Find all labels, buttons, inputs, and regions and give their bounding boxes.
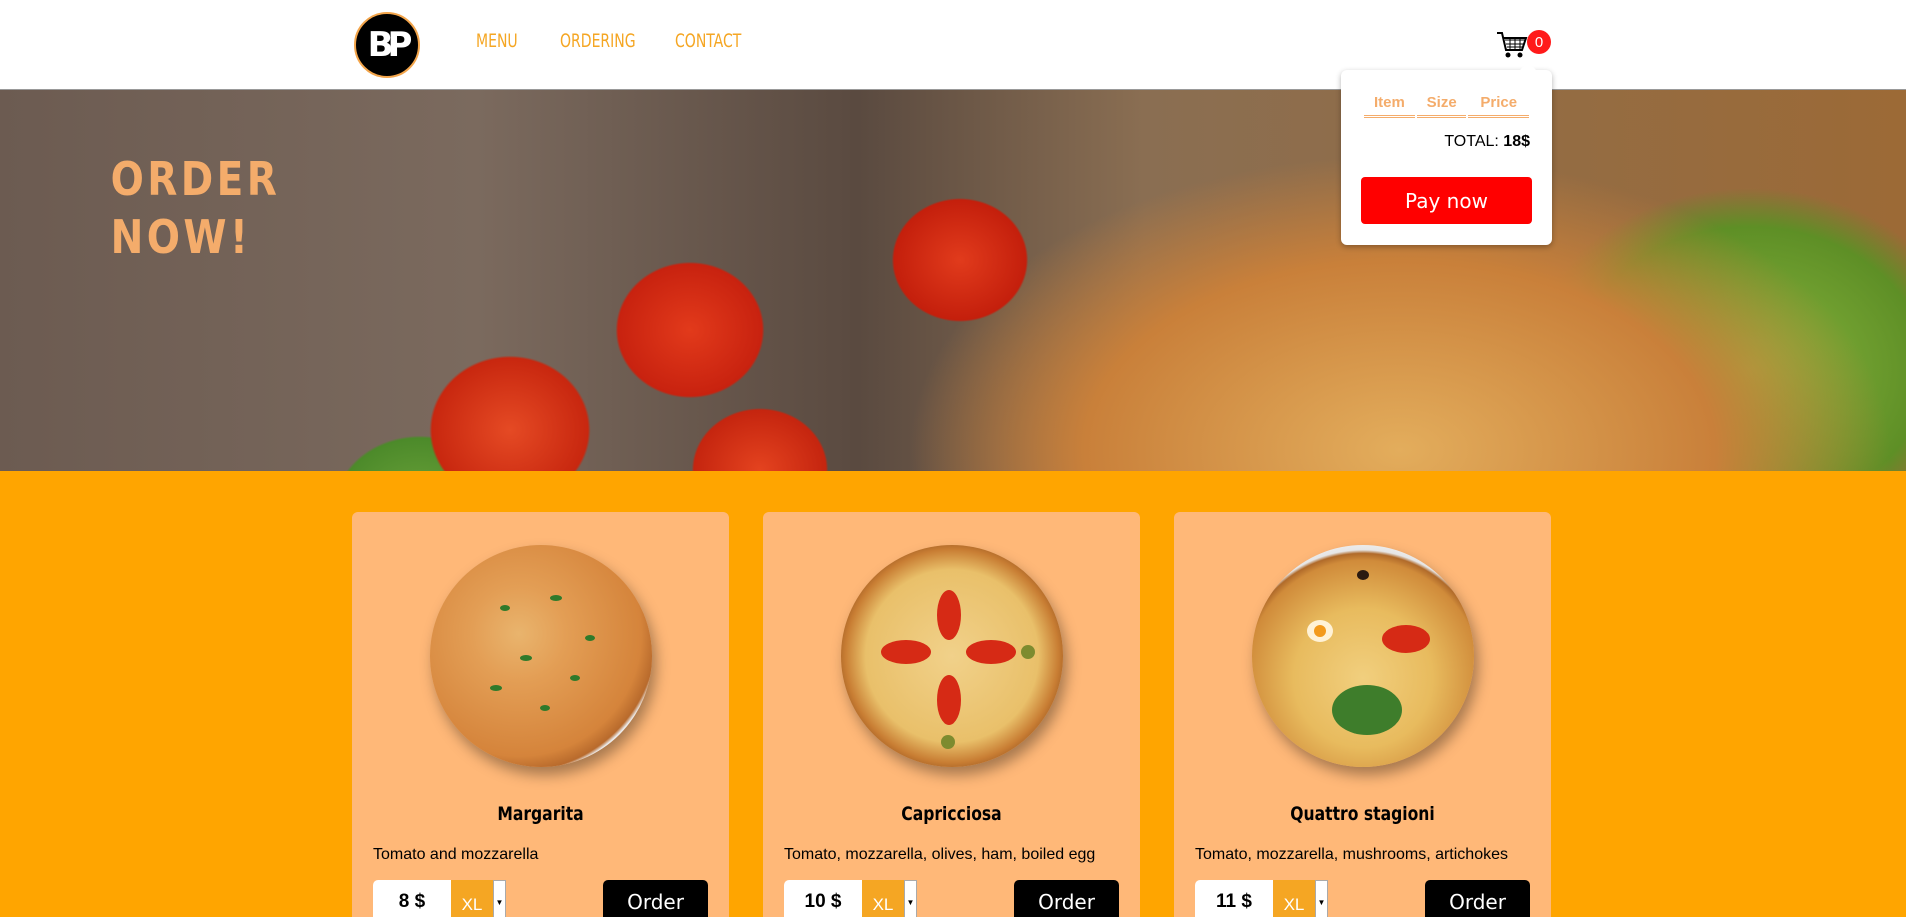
pizza-image [841,545,1063,767]
pizza-price: 8 $ [373,880,451,917]
pizza-name: Margarita [497,803,584,825]
pizza-list: Margarita Tomato and mozzarella 8 $ XL ▼… [0,471,1906,917]
pizza-card-quattro-stagioni: Quattro stagioni Tomato, mozzarella, mus… [1174,512,1551,917]
pizza-description: Tomato and mozzarella [373,846,539,863]
pizza-name: Capricciosa [901,803,1002,825]
nav-contact[interactable]: CONTACT [675,30,741,52]
order-button[interactable]: Order [1425,880,1530,917]
size-select[interactable]: XL [862,880,904,917]
size-select[interactable]: XL [451,880,493,917]
cart-col-size: Size [1416,94,1467,118]
logo[interactable]: BP [354,12,420,78]
pizza-description: Tomato, mozzarella, mushrooms, artichoke… [1195,846,1508,863]
size-dropdown-icon[interactable]: ▼ [1315,880,1328,917]
nav-ordering[interactable]: ORDERING [560,30,636,52]
order-button[interactable]: Order [1014,880,1119,917]
hero-title: ORDER NOW! [110,152,281,264]
cart-total: TOTAL: 18$ [1444,133,1530,151]
order-button[interactable]: Order [603,880,708,917]
pizza-price: 10 $ [784,880,862,917]
size-select[interactable]: XL [1273,880,1315,917]
pizza-card-capricciosa: Capricciosa Tomato, mozzarella, olives, … [763,512,1140,917]
cart-col-item: Item [1364,94,1415,118]
site-header: BP MENU ORDERING CONTACT 0 [0,0,1906,90]
logo-text: BP [367,25,413,65]
pizza-name: Quattro stagioni [1290,803,1435,825]
cart-table: Item Size Price [1362,94,1531,118]
pizza-price: 11 $ [1195,880,1273,917]
total-label: TOTAL: [1444,133,1499,150]
pizza-image [1252,545,1474,767]
cart-col-price: Price [1468,94,1529,118]
cart-popup: Item Size Price TOTAL: 18$ Pay now [1341,62,1552,245]
hero-banner: ORDER NOW! [0,90,1906,471]
size-dropdown-icon[interactable]: ▼ [493,880,506,917]
size-dropdown-icon[interactable]: ▼ [904,880,917,917]
cart-icon[interactable] [1496,28,1528,60]
total-value: 18$ [1503,133,1530,150]
cart-count-badge: 0 [1527,30,1551,54]
pizza-description: Tomato, mozzarella, olives, ham, boiled … [784,846,1096,863]
pay-now-button[interactable]: Pay now [1361,177,1532,224]
nav-menu[interactable]: MENU [476,30,518,52]
pizza-card-margarita: Margarita Tomato and mozzarella 8 $ XL ▼… [352,512,729,917]
pizza-image [430,545,652,767]
